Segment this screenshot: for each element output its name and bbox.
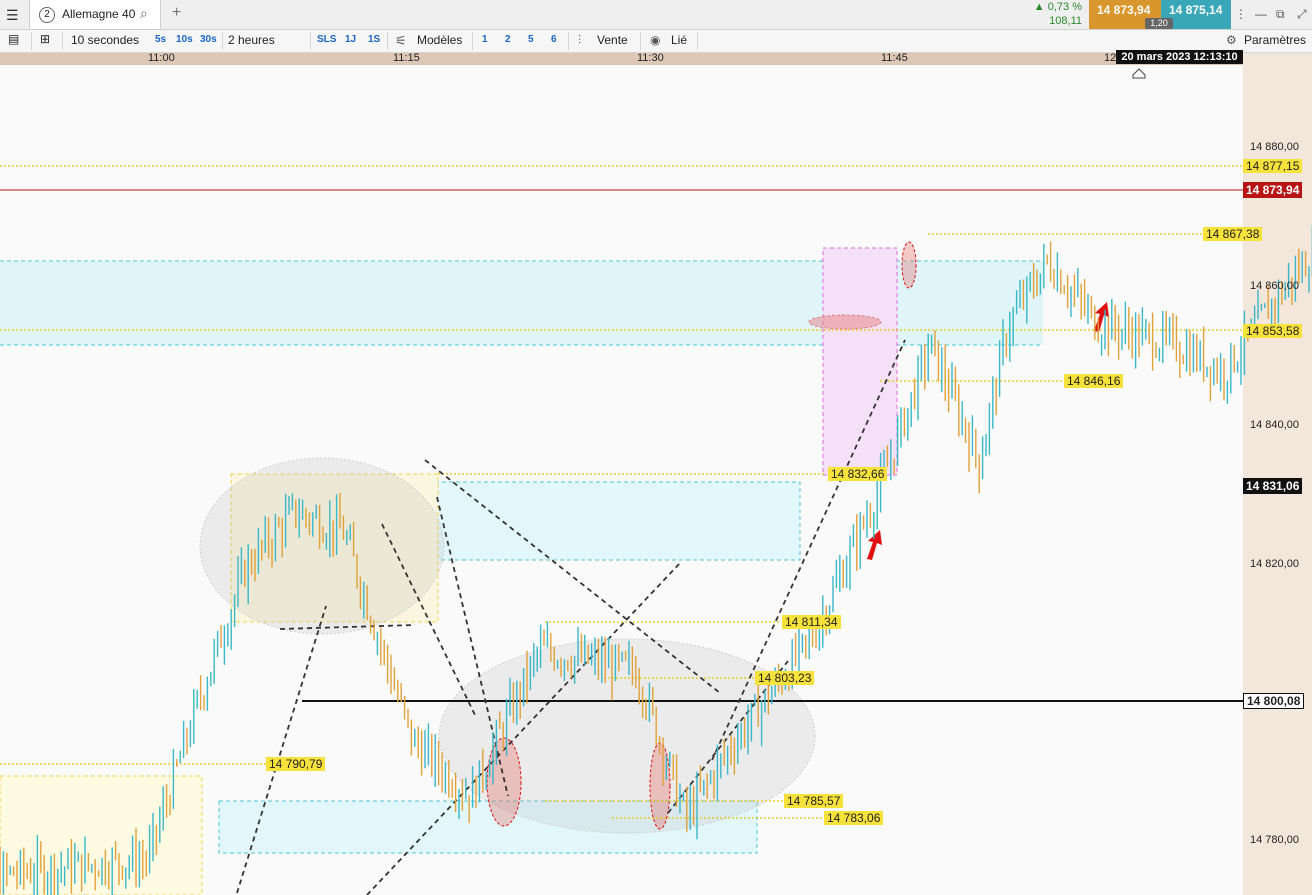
demand-zone: [427, 481, 801, 561]
arrow-up-icon: [1094, 302, 1109, 332]
time-marker-icon[interactable]: [1132, 68, 1146, 79]
price-tick: 14 880,00: [1250, 141, 1299, 153]
level-tag: 14 783,06: [824, 811, 884, 825]
level-tag: 14 877,15: [1243, 159, 1303, 173]
level-tag: 14 853,58: [1243, 324, 1303, 338]
crosshair-price-tag: 14 831,06: [1243, 478, 1303, 494]
price-chart[interactable]: [0, 0, 1312, 895]
level-tag: 14 790,79: [266, 757, 326, 771]
top-ellipse: [808, 314, 882, 330]
price-tick: 14 840,00: [1250, 419, 1299, 431]
high-marker: [901, 241, 917, 289]
price-tick: 14 860,00: [1250, 280, 1299, 292]
level-tag: 14 832,66: [828, 467, 888, 481]
level-tag: 14 867,38: [1203, 227, 1263, 241]
range-ellipse: [199, 457, 445, 635]
price-tick: 14 820,00: [1250, 558, 1299, 570]
level-800-tag: 14 800,08: [1243, 693, 1305, 709]
level-tag: 14 846,16: [1064, 374, 1124, 388]
last-price-tag: 14 873,94: [1243, 182, 1303, 198]
level-tag: 14 785,57: [784, 794, 844, 808]
level-tag: 14 803,23: [755, 671, 815, 685]
pink-box: [822, 247, 898, 476]
price-tick: 14 780,00: [1250, 834, 1299, 846]
level-tag: 14 811,34: [782, 615, 841, 629]
